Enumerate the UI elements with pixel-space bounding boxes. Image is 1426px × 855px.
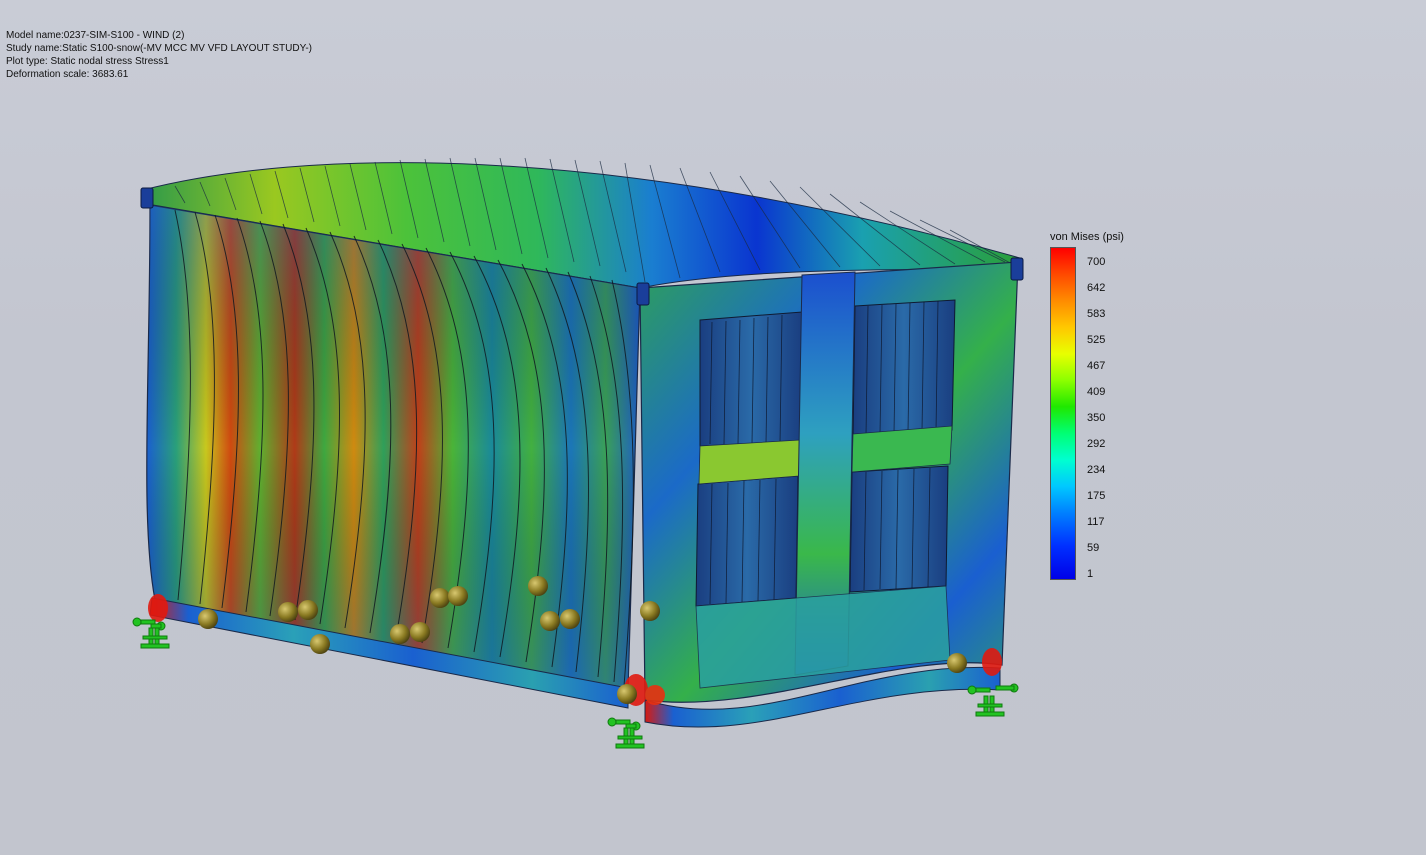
legend-color-bar xyxy=(1050,247,1076,580)
load-sphere-icon xyxy=(617,684,637,704)
load-sphere-icon xyxy=(198,609,218,629)
legend-value: 292 xyxy=(1087,438,1106,450)
legend-value: 525 xyxy=(1087,334,1106,346)
load-sphere-icon xyxy=(540,611,560,631)
load-sphere-icon xyxy=(310,634,330,654)
load-sphere-icon xyxy=(390,624,410,644)
load-sphere-icon xyxy=(430,588,450,608)
legend-value: 117 xyxy=(1087,516,1105,528)
legend-value: 467 xyxy=(1087,360,1106,372)
load-sphere-icon xyxy=(448,586,468,606)
load-sphere-icon xyxy=(640,601,660,621)
load-sphere-icon xyxy=(410,622,430,642)
legend-title: von Mises (psi) xyxy=(1050,231,1124,243)
model-viewport[interactable] xyxy=(0,0,1426,855)
legend-value: 234 xyxy=(1087,464,1106,476)
legend-value: 350 xyxy=(1087,412,1106,424)
load-sphere-icon xyxy=(560,609,580,629)
load-sphere-icon xyxy=(278,602,298,622)
stress-legend: von Mises (psi) 700 642 583 525 467 409 … xyxy=(1050,231,1160,591)
end-mid-bar-left xyxy=(698,439,801,485)
legend-value: 1 xyxy=(1087,568,1094,580)
fixed-geometry-icon xyxy=(607,717,645,749)
load-sphere-icon xyxy=(528,576,548,596)
end-mid-bar-right xyxy=(851,425,953,473)
load-sphere-icon xyxy=(298,600,318,620)
legend-value: 409 xyxy=(1087,386,1106,398)
legend-value: 642 xyxy=(1087,282,1106,294)
load-sphere-icon xyxy=(947,653,967,673)
fixed-geometry-icon xyxy=(132,617,170,649)
legend-value: 700 xyxy=(1087,256,1106,268)
legend-value: 59 xyxy=(1087,542,1100,554)
legend-value: 583 xyxy=(1087,308,1106,320)
legend-value: 175 xyxy=(1087,490,1106,502)
